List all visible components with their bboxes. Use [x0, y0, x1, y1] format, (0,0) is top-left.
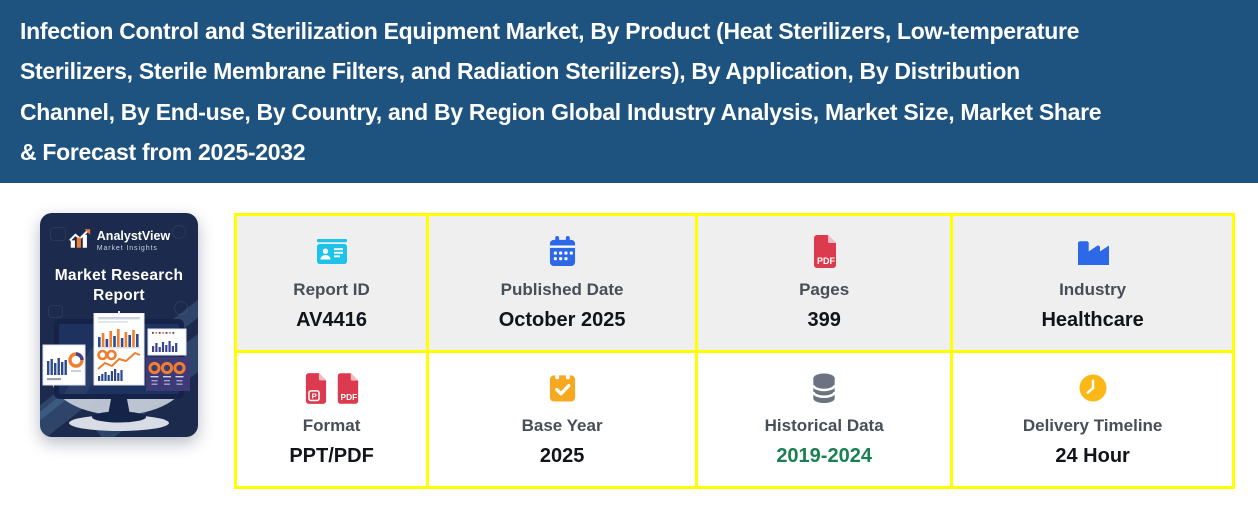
meta-cell-delivery-timeline: Delivery Timeline 24 Hour	[953, 352, 1232, 486]
pdf-file-icon: PDF	[811, 234, 838, 270]
id-card-icon	[315, 234, 349, 270]
brand-tagline: Market Insights	[96, 245, 158, 253]
meta-label: Historical Data	[764, 416, 884, 436]
meta-value: 399	[807, 308, 841, 331]
meta-cell-industry: Industry Healthcare	[953, 216, 1232, 350]
monitor-charts-illustration	[42, 313, 190, 431]
meta-value: 2019-2024	[776, 445, 872, 468]
report-meta-grid: Report ID AV4416 Published Date October …	[234, 213, 1235, 489]
meta-cell-report-id: Report ID AV4416	[237, 216, 427, 350]
svg-text:PDF: PDF	[817, 256, 836, 266]
meta-label: Pages	[799, 279, 850, 299]
pdf-file-icon: PDF	[337, 372, 359, 404]
meta-value: AV4416	[296, 308, 367, 331]
svg-text:P: P	[312, 391, 317, 400]
ppt-file-icon: P	[305, 372, 327, 404]
meta-value: 24 Hour	[1055, 445, 1130, 468]
cover-caption-line: Market Research	[54, 267, 184, 284]
brand-logo: AnalystView Market Insights	[68, 228, 170, 254]
meta-cell-pages: PDF Pages 399	[698, 216, 951, 350]
report-title-line: Sterilizers, Sterile Membrane Filters, a…	[20, 58, 1020, 84]
meta-label: Base Year	[521, 416, 603, 436]
report-title-line: & Forecast from 2025-2032	[20, 139, 306, 165]
brand-chart-icon	[68, 228, 92, 254]
meta-label: Industry	[1059, 279, 1127, 299]
meta-label: Report ID	[293, 279, 370, 299]
meta-cell-published-date: Published Date October 2025	[429, 216, 696, 350]
cover-caption: Market Research Report	[55, 266, 184, 306]
meta-value: October 2025	[498, 308, 626, 331]
calendar-icon	[548, 234, 577, 270]
meta-value: PPT/PDF	[289, 445, 374, 468]
industry-icon	[1076, 234, 1110, 270]
ppt-pdf-file-icons: P PDF	[303, 370, 360, 406]
cover-caption-line: Report	[93, 287, 145, 305]
clock-icon	[1078, 370, 1108, 406]
meta-cell-base-year: Base Year 2025	[429, 352, 696, 486]
report-title-line: Channel, By End-use, By Country, and By …	[20, 98, 1102, 125]
report-title-line: Infection Control and Sterilization Equi…	[20, 17, 1080, 44]
meta-cell-historical-data: Historical Data 2019-2024	[698, 352, 951, 486]
brand-name: AnalystView	[96, 228, 171, 243]
meta-label: Format	[302, 416, 361, 436]
report-summary-section: AnalystView Market Insights Market Resea…	[0, 183, 1258, 489]
meta-value: Healthcare	[1041, 308, 1144, 331]
meta-label: Published Date	[500, 279, 624, 299]
meta-cell-format: P PDF Format PPT/PDF	[237, 352, 427, 486]
database-icon	[809, 370, 839, 406]
report-title-banner: Infection Control and Sterilization Equi…	[0, 0, 1258, 183]
report-cover-thumbnail: AnalystView Market Insights Market Resea…	[40, 213, 198, 437]
calendar-check-icon	[548, 370, 577, 406]
meta-label: Delivery Timeline	[1022, 416, 1163, 436]
meta-value: 2025	[539, 445, 585, 468]
svg-text:PDF: PDF	[341, 392, 358, 402]
